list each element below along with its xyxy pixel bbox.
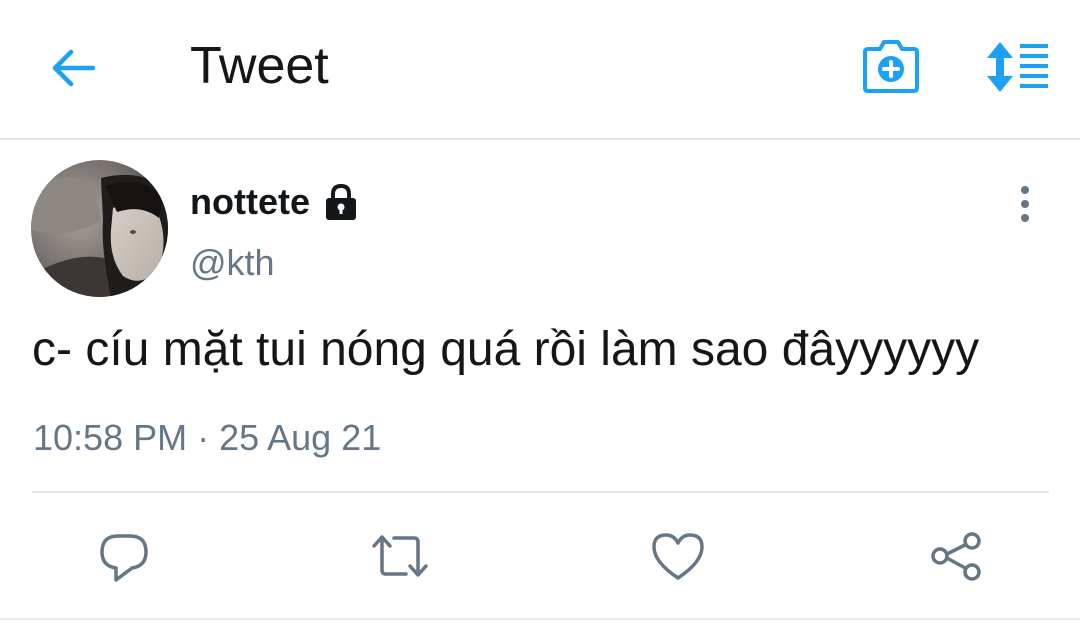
share-button[interactable] (926, 526, 986, 586)
author-name-row: nottete (190, 178, 360, 226)
profile-photo (31, 160, 168, 297)
more-vertical-icon (1021, 186, 1029, 222)
more-options-button[interactable] (1005, 182, 1045, 226)
arrow-left-icon (52, 49, 95, 87)
divider (32, 491, 1049, 493)
share-icon (931, 532, 981, 581)
back-button[interactable] (44, 40, 100, 96)
reply-icon (100, 534, 148, 582)
like-button[interactable] (648, 526, 708, 586)
camera-button[interactable] (860, 36, 922, 98)
sort-button[interactable] (980, 36, 1052, 98)
tweet-text: c- cíu mặt tui nóng quá rồi làm sao đâyy… (32, 323, 980, 376)
page-title: Tweet (190, 37, 329, 95)
user-handle[interactable]: @kth (190, 242, 275, 284)
avatar[interactable] (31, 160, 168, 297)
tweet-actions (0, 520, 1080, 596)
lock-icon (326, 183, 356, 220)
bottom-divider (0, 618, 1080, 620)
retweet-icon (372, 535, 428, 577)
display-name[interactable]: nottete (190, 181, 310, 223)
heart-icon (652, 533, 704, 580)
camera-plus-icon (863, 40, 919, 93)
reply-button[interactable] (94, 526, 154, 586)
retweet-button[interactable] (370, 526, 430, 586)
tweet-timestamp: 10:58 PM · 25 Aug 21 (33, 417, 382, 458)
sort-list-icon (987, 42, 1048, 92)
top-app-bar: Tweet (0, 0, 1080, 140)
